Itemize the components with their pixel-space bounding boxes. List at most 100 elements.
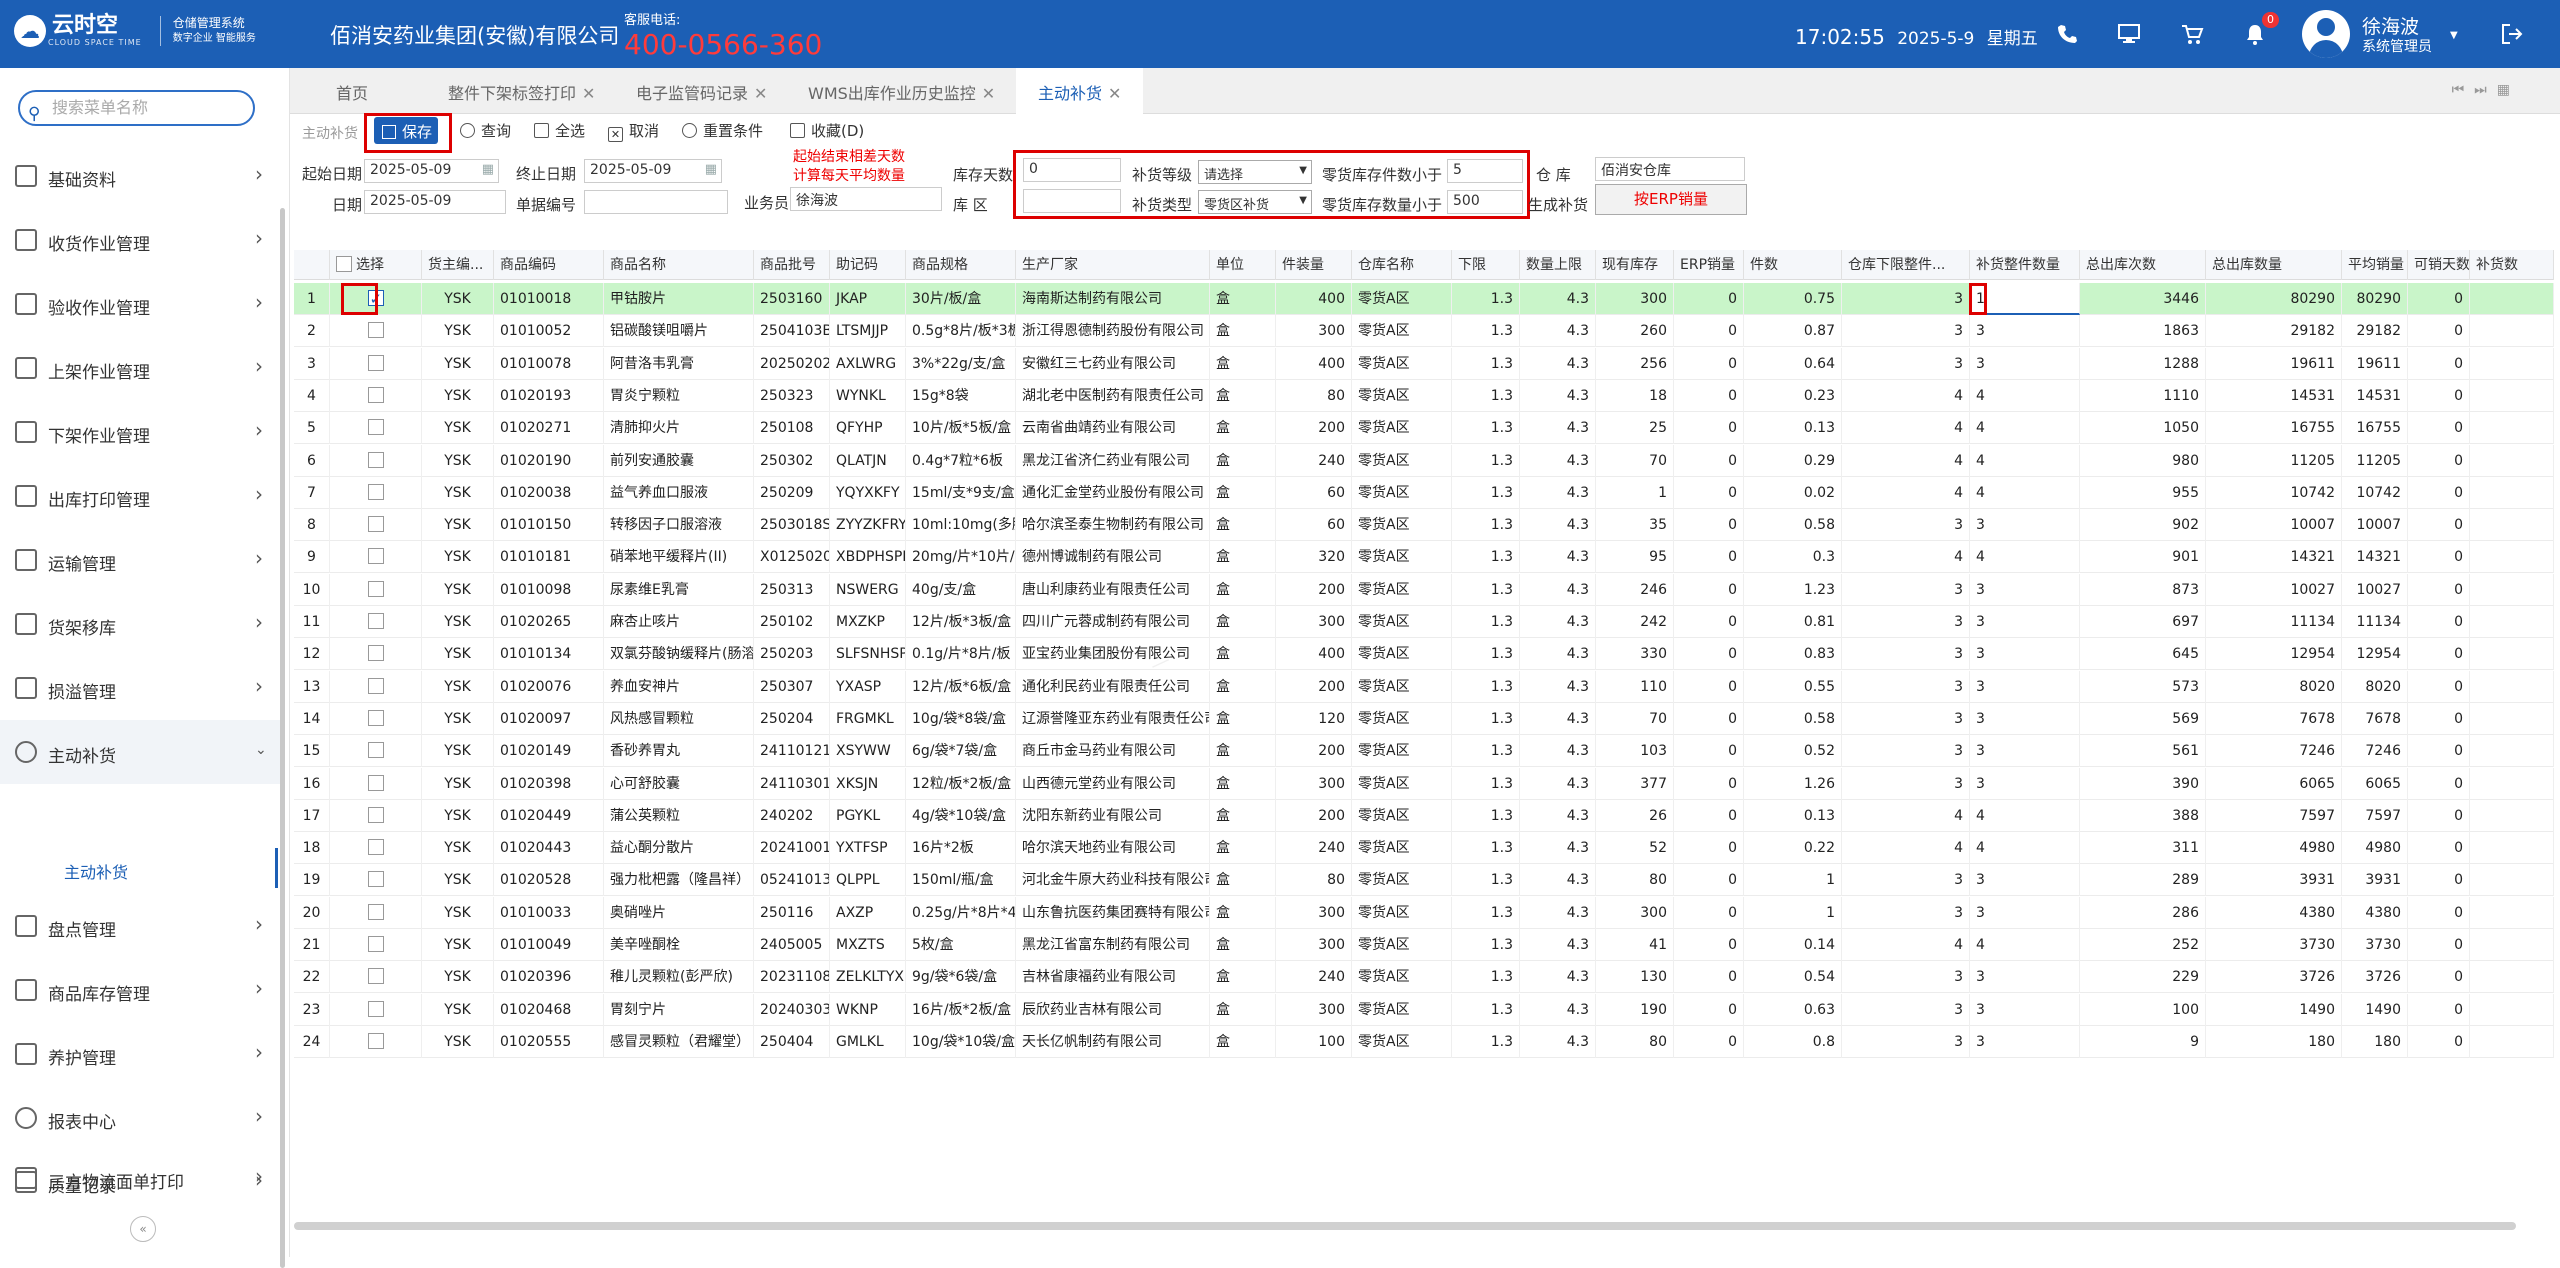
- column-header-mnemonic[interactable]: 助记码: [830, 250, 906, 280]
- row-checkbox[interactable]: [367, 774, 384, 791]
- sidebar-item-receiving[interactable]: 收货作业管理 ›: [0, 208, 280, 272]
- column-header-product-name[interactable]: 商品名称: [604, 250, 754, 280]
- column-header-pieces[interactable]: 件数: [1744, 250, 1842, 280]
- cell-select[interactable]: [330, 864, 422, 897]
- table-row[interactable]: 5 YSK 01020271 清肺抑火片 250108 QFYHP 10片/板*5板/盒 云南…: [294, 412, 2554, 445]
- table-row[interactable]: 23 YSK 01020468 胃刻宁片 20240303 WKNP 16片/板*2板/盒辰…: [294, 993, 2554, 1026]
- sidebar-item-basic-data[interactable]: 基础资料 ›: [0, 144, 280, 208]
- tab-supervision-code[interactable]: 电子监管码记录 ✕: [636, 80, 767, 104]
- column-header-spec[interactable]: 商品规格: [906, 250, 1016, 280]
- table-row[interactable]: 19 YSK 01020528 强力枇杷露（隆昌祥） 05241013 QLPPL 150m…: [294, 864, 2554, 897]
- column-header-row-index[interactable]: [294, 250, 330, 280]
- row-checkbox[interactable]: [367, 1032, 384, 1049]
- query-button[interactable]: 查询: [460, 120, 511, 141]
- sidebar-item-picking[interactable]: 下架作业管理 ›: [0, 400, 280, 464]
- cell-replenish-qty[interactable]: 3: [1970, 573, 2080, 606]
- cell-select[interactable]: [330, 476, 422, 509]
- cell-replenish-qty[interactable]: 4: [1970, 476, 2080, 509]
- table-row[interactable]: 20 YSK01010033奥硝唑片250116AXZP0.25g/片*8片*4板…: [294, 896, 2554, 929]
- column-header-batch-no[interactable]: 商品批号: [754, 250, 830, 280]
- table-row[interactable]: 11 YSK 01020265 麻杏止咳片 250102 MXZKP 12片/板*3板/盒四…: [294, 606, 2554, 638]
- column-header-warehouse[interactable]: 仓库名称: [1352, 250, 1452, 280]
- cell-select[interactable]: [330, 541, 422, 574]
- cell-select[interactable]: [330, 315, 422, 348]
- start-date-input[interactable]: 2025-05-09: [364, 159, 499, 183]
- sidebar-item-inspection[interactable]: 验收作业管理 ›: [0, 272, 280, 336]
- sidebar-subitem-replenish[interactable]: 主动补货: [0, 848, 278, 888]
- warehouse-input[interactable]: 佰消安仓库: [1595, 157, 1745, 181]
- close-icon[interactable]: ✕: [982, 84, 995, 103]
- cell-select[interactable]: [330, 702, 422, 735]
- end-date-input[interactable]: 2025-05-09: [584, 159, 722, 183]
- cell-replenish-qty[interactable]: 4: [1970, 929, 2080, 961]
- column-header-upper-limit[interactable]: 数量上限: [1520, 250, 1596, 280]
- cell-replenish-qty[interactable]: 3: [1970, 315, 2080, 348]
- row-checkbox[interactable]: [367, 677, 384, 694]
- column-header-total-out-count[interactable]: 总出库次数: [2080, 250, 2206, 280]
- table-row[interactable]: 10 YSK 01010098 尿素维E乳膏 250313 NSWERG 40g/支/盒 唐山…: [294, 573, 2554, 606]
- close-icon[interactable]: ✕: [582, 84, 595, 103]
- cell-replenish-qty[interactable]: 3: [1970, 670, 2080, 703]
- row-checkbox[interactable]: [367, 806, 384, 823]
- cell-replenish-qty[interactable]: 3: [1970, 509, 2080, 542]
- horizontal-scrollbar[interactable]: [294, 1222, 2516, 1230]
- sidebar-item-replenish[interactable]: 主动补货 ⌄: [0, 720, 280, 784]
- select-all-checkbox[interactable]: [336, 256, 352, 272]
- row-checkbox[interactable]: [367, 548, 384, 565]
- cell-replenish-qty[interactable]: 3: [1970, 864, 2080, 897]
- cell-select[interactable]: [330, 1025, 422, 1058]
- table-row[interactable]: 14 YSK 01020097 风热感冒颗粒 250204 FRGMKL 10g/袋*8袋/…: [294, 702, 2554, 735]
- cell-replenish-qty[interactable]: 3: [1970, 702, 2080, 735]
- row-checkbox[interactable]: [367, 742, 384, 759]
- sidebar-item-shelf-move[interactable]: 货架移库 ›: [0, 592, 280, 656]
- select-all-button[interactable]: 全选: [534, 120, 585, 141]
- cell-select[interactable]: [330, 670, 422, 703]
- sidebar-item-transport[interactable]: 运输管理 ›: [0, 528, 280, 592]
- table-row[interactable]: 18 YSK 01020443 益心酮分散片 20241001 YXTFSP 16片*2板哈…: [294, 832, 2554, 865]
- sidebar-item-stock[interactable]: 商品库存管理 ›: [0, 958, 280, 1022]
- cell-select[interactable]: [330, 509, 422, 542]
- menu-search-input[interactable]: ⚲ 搜索菜单名称: [18, 90, 255, 126]
- cell-select[interactable]: [330, 638, 422, 671]
- cell-select[interactable]: [330, 444, 422, 477]
- reset-button[interactable]: 重置条件: [682, 120, 763, 141]
- monitor-icon[interactable]: [2117, 22, 2141, 46]
- cart-icon[interactable]: [2180, 22, 2204, 46]
- table-row[interactable]: 6 YSK 01020190 前列安通胶囊 250302 QLATJN 0.4g*7粒*6板…: [294, 444, 2554, 477]
- doc-no-input[interactable]: [584, 190, 728, 214]
- sidebar-item-reports[interactable]: 报表中心 ›: [0, 1086, 280, 1150]
- column-header-pack-qty[interactable]: 件装量: [1276, 250, 1352, 280]
- row-checkbox[interactable]: [367, 936, 384, 952]
- row-checkbox[interactable]: [367, 871, 384, 888]
- collapse-sidebar-button[interactable]: «: [130, 1216, 156, 1242]
- row-checkbox[interactable]: [367, 613, 384, 629]
- phone-icon[interactable]: [2055, 22, 2079, 46]
- tab-scroll-controls[interactable]: ⏮⏭▦: [2452, 82, 2520, 98]
- cell-replenish-qty[interactable]: 3: [1970, 993, 2080, 1026]
- column-header-warehouse-lower[interactable]: 仓库下限整件...: [1842, 250, 1970, 280]
- cell-select[interactable]: [330, 606, 422, 638]
- cell-select[interactable]: [330, 896, 422, 929]
- row-checkbox[interactable]: [367, 645, 384, 662]
- column-header-product-code[interactable]: 商品编码: [494, 250, 604, 280]
- table-row[interactable]: 12 YSK 01010134 双氯芬酸钠缓释片(肠溶) 250203 SLFSNHSP 0…: [294, 638, 2554, 671]
- favorite-button[interactable]: 收藏(D): [790, 120, 864, 141]
- row-checkbox[interactable]: [367, 968, 384, 985]
- salesman-input[interactable]: 徐海波: [790, 187, 942, 211]
- column-header-owner[interactable]: 货主编...: [422, 250, 494, 280]
- column-header-avg-sales[interactable]: 平均销量: [2342, 250, 2408, 280]
- cell-replenish-qty[interactable]: 4: [1970, 799, 2080, 832]
- tab-replenish[interactable]: 主动补货 ✕: [1016, 68, 1144, 114]
- row-checkbox[interactable]: [367, 483, 384, 500]
- cell-replenish-qty[interactable]: 3: [1970, 347, 2080, 380]
- table-row[interactable]: 4 YSK 01020193 胃炎宁颗粒 250323 WYNKL 15g*8袋 湖北老中医制…: [294, 379, 2554, 412]
- table-row[interactable]: 2 YSK 01010052 铝碳酸镁咀嚼片 2504103B LTSMJJP 0.5g*8…: [294, 315, 2554, 348]
- row-checkbox[interactable]: [367, 709, 384, 726]
- cell-select[interactable]: [330, 573, 422, 606]
- sidebar-item-logistics-print[interactable]: 三方物流面单打印 ›: [0, 1146, 280, 1210]
- row-checkbox[interactable]: [367, 903, 384, 920]
- table-row[interactable]: 22 YSK 01020396 稚儿灵颗粒(彭严欣) 20231108 ZELKLTYX 9…: [294, 961, 2554, 994]
- table-row[interactable]: 13 YSK 01020076 养血安神片 250307 YXASP 12片/板*6板/盒通…: [294, 670, 2554, 703]
- close-icon[interactable]: ✕: [1108, 84, 1121, 103]
- sidebar-item-stocktake[interactable]: 盘点管理 ›: [0, 894, 280, 958]
